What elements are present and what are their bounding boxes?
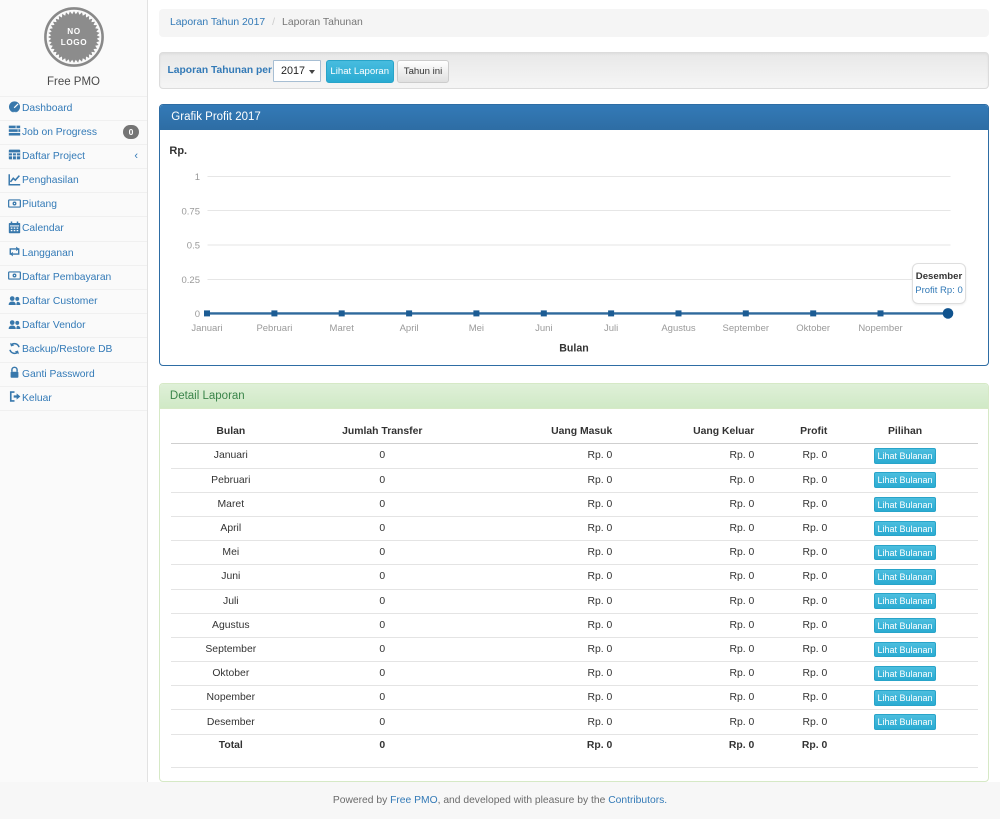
svg-text:NO: NO [67, 27, 81, 36]
svg-text:1: 1 [194, 172, 199, 183]
svg-text:Rp.: Rp. [169, 145, 187, 157]
svg-text:September: September [722, 323, 768, 334]
svg-text:April: April [399, 323, 418, 334]
svg-text:Juni: Juni [535, 323, 552, 334]
svg-text:0.5: 0.5 [186, 240, 199, 251]
svg-text:Juli: Juli [603, 323, 617, 334]
svg-text:LOGO: LOGO [60, 38, 87, 47]
svg-text:Oktober: Oktober [796, 323, 830, 334]
svg-text:Nopember: Nopember [858, 323, 902, 334]
svg-text:0: 0 [194, 309, 199, 320]
svg-text:Mei: Mei [468, 323, 483, 334]
svg-text:0.25: 0.25 [181, 275, 200, 286]
svg-text:Pebruari: Pebruari [256, 323, 292, 334]
svg-text:Maret: Maret [329, 323, 354, 334]
svg-text:Bulan: Bulan [559, 342, 588, 354]
svg-text:Januari: Januari [191, 323, 222, 334]
svg-text:0.75: 0.75 [181, 206, 200, 217]
svg-text:Agustus: Agustus [661, 323, 696, 334]
